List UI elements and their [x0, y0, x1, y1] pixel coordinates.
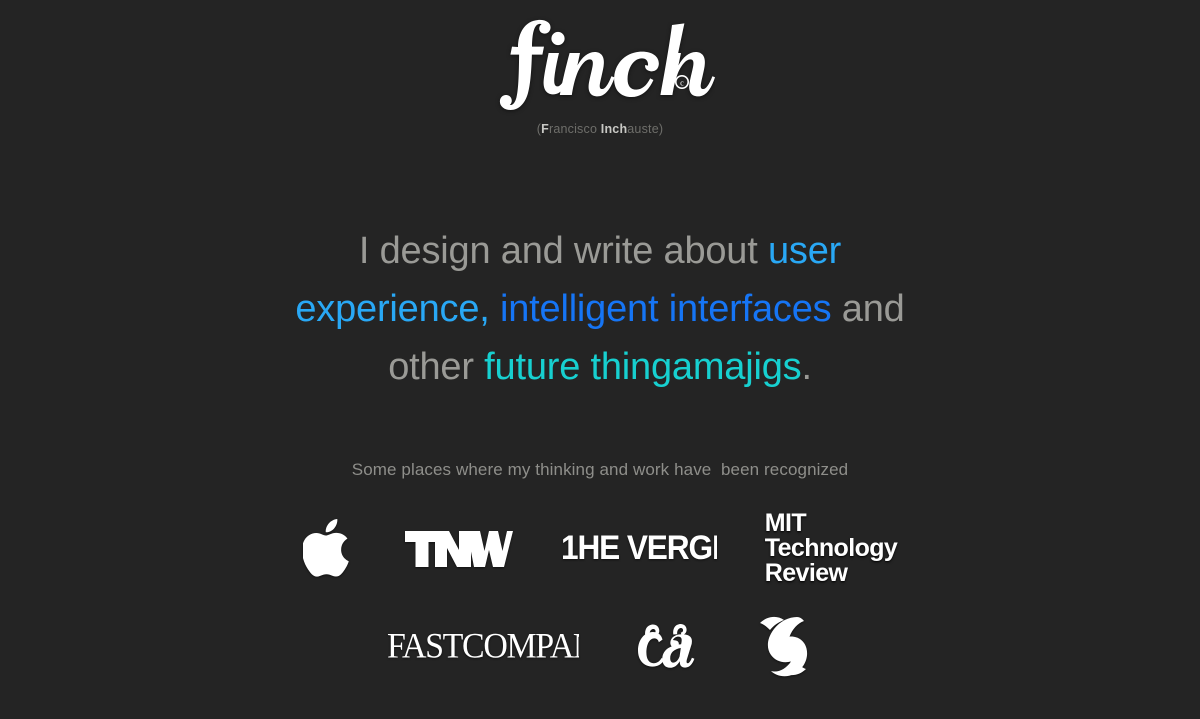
subtitle-paren-close: )	[658, 122, 664, 136]
mit-line-2: Technology	[764, 533, 898, 562]
logo-communication-arts[interactable]	[635, 618, 697, 674]
subtitle-auste: auste	[627, 122, 659, 136]
communication-arts-logo-icon	[638, 623, 695, 668]
headline-and: and	[831, 288, 905, 330]
subtitle-inch: Inch	[600, 122, 628, 136]
brand-header: c (Francisco Inchauste)	[475, 8, 725, 136]
svg-text:1HE VERGE: 1HE VERGE	[561, 530, 717, 566]
page-headline: I design and write about user experience…	[290, 222, 910, 396]
headline-experience-link[interactable]: experience,	[295, 288, 489, 330]
svg-text:c: c	[680, 78, 684, 87]
page-root: c (Francisco Inchauste) I design and wri…	[0, 0, 1200, 719]
recognition-logos: 1HE VERGE MIT Technology Review FASTCOMP…	[270, 502, 930, 688]
headline-other: other	[388, 346, 485, 388]
headline-future-thingamajigs-link[interactable]: future thingamajigs	[484, 346, 801, 388]
headline-intelligent-interfaces-link[interactable]: intelligent interfaces	[500, 288, 832, 330]
logo-the-verge[interactable]: 1HE VERGE	[561, 530, 717, 566]
fast-company-wordmark-icon: FASTCOMPANY	[387, 626, 579, 666]
mit-technology-review-wordmark-icon: MIT Technology Review	[764, 508, 898, 587]
brand-subtitle: (Francisco Inchauste)	[537, 122, 664, 136]
tnw-wordmark-icon	[404, 531, 513, 567]
svg-text:FASTCOMPANY: FASTCOMPANY	[387, 626, 579, 666]
copyright-mark-icon: c	[675, 74, 690, 89]
logo-mit-technology-review[interactable]: MIT Technology Review	[764, 508, 898, 587]
headline-period: .	[801, 346, 812, 388]
apple-logo-icon	[302, 519, 349, 577]
recognition-label: Some places where my thinking and work h…	[351, 460, 849, 479]
the-verge-wordmark-icon: 1HE VERGE	[561, 530, 717, 566]
logo-fast-company[interactable]: FASTCOMPANY	[387, 626, 579, 666]
headline-part1: I design and write about	[358, 230, 768, 272]
logo-apple[interactable]	[302, 516, 357, 580]
subtitle-initial-f: F	[541, 122, 549, 136]
logo-smashing-magazine[interactable]	[753, 613, 813, 679]
recognition-logo-row: FASTCOMPANY	[270, 604, 930, 688]
mit-line-1: MIT	[764, 508, 807, 537]
recognition-logo-row: 1HE VERGE MIT Technology Review	[270, 502, 930, 594]
finch-script-wordmark-icon: c	[499, 19, 715, 110]
subtitle-francisco: rancisco	[548, 122, 601, 136]
logo-tnw[interactable]	[404, 524, 513, 572]
finch-logo[interactable]: c	[475, 8, 725, 118]
smashing-magazine-logo-icon	[760, 616, 808, 677]
headline-user-link[interactable]: user	[768, 230, 841, 272]
mit-line-3: Review	[764, 558, 848, 587]
